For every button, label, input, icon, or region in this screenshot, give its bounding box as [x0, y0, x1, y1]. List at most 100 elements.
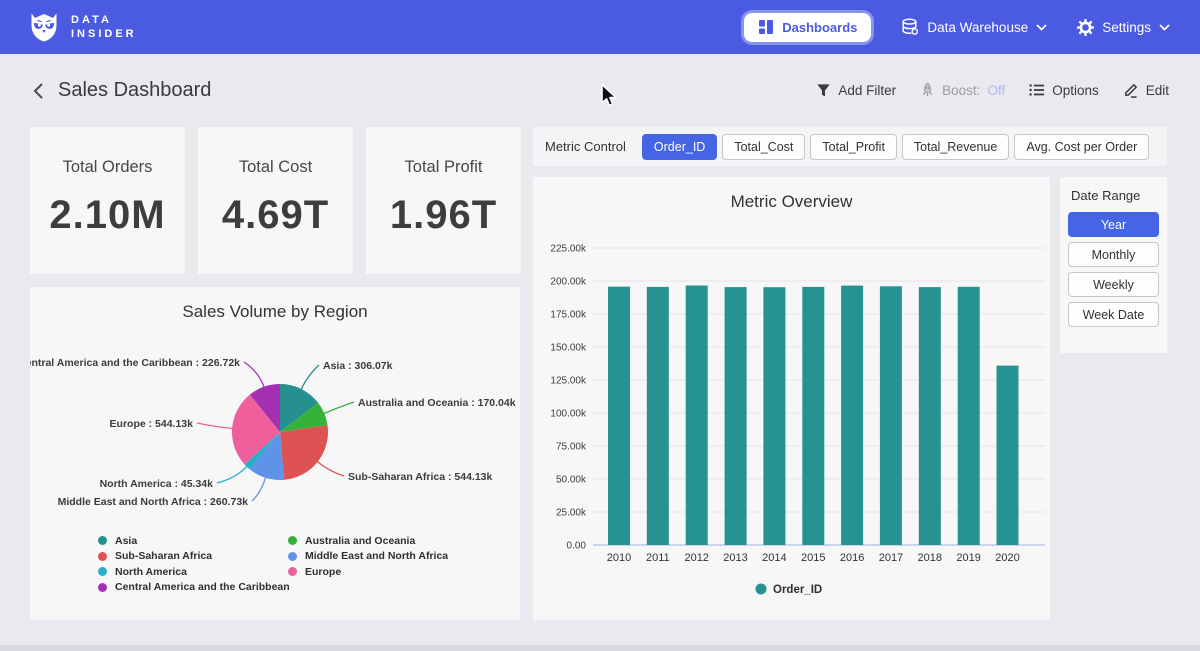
legend-label: Australia and Oceania [305, 535, 415, 547]
dashboards-button[interactable]: Dashboards [744, 13, 871, 42]
sales-dashboard-page: DATA INSIDER Dashboards [0, 0, 1200, 651]
pie-leader-line [252, 477, 266, 501]
metric-option-total-revenue[interactable]: Total_Revenue [902, 134, 1009, 160]
bar-2011[interactable] [647, 287, 669, 545]
legend-dot [756, 584, 767, 595]
bar-2016[interactable] [841, 286, 863, 545]
legend-label: Middle East and North Africa [305, 550, 448, 562]
metric-option-total-cost[interactable]: Total_Cost [722, 134, 805, 160]
top-navbar: DATA INSIDER Dashboards [0, 0, 1200, 54]
kpi-card-total-orders: Total Orders 2.10M [30, 127, 185, 274]
legend-item-sub-saharan-africa[interactable]: Sub-Saharan Africa [98, 549, 290, 565]
date-range-week-date-button[interactable]: Week Date [1068, 302, 1159, 327]
kpi-value: 2.10M [30, 193, 185, 238]
settings-label: Settings [1102, 20, 1151, 35]
pie-callout-label: Sub-Saharan Africa : 544.13k [348, 471, 492, 483]
pie-callout-label: Europe : 544.13k [110, 418, 194, 430]
metric-option-avg-cost-per-order[interactable]: Avg. Cost per Order [1014, 134, 1149, 160]
bar-chart-title: Metric Overview [533, 177, 1050, 212]
legend-item-europe[interactable]: Europe [288, 564, 448, 580]
options-label: Options [1052, 83, 1099, 98]
bar-2018[interactable] [919, 287, 941, 545]
kpi-card-total-profit: Total Profit 1.96T [366, 127, 521, 274]
pie-callout-label: Central America and the Caribbean : 226.… [30, 357, 240, 369]
chevron-down-icon [1036, 24, 1047, 31]
data-warehouse-label: Data Warehouse [927, 20, 1028, 35]
legend-label: Order_ID [773, 584, 822, 596]
bar-2019[interactable] [958, 287, 980, 545]
dashboard-actions: Add Filter Boost: Off Options [816, 82, 1169, 98]
legend-dot [98, 583, 107, 592]
settings-menu[interactable]: Settings [1077, 19, 1170, 36]
legend-item-australia-and-oceania[interactable]: Australia and Oceania [288, 533, 448, 549]
date-range-year-button[interactable]: Year [1068, 212, 1159, 237]
pie-slice-sub-saharan-africa[interactable] [280, 425, 328, 480]
pie-chart-title: Sales Volume by Region [30, 287, 520, 322]
bar-2012[interactable] [686, 286, 708, 546]
y-tick-label: 175.00k [550, 310, 587, 321]
back-button[interactable] [28, 82, 48, 102]
pie-leader-line [197, 423, 233, 428]
options-button[interactable]: Options [1029, 83, 1099, 98]
y-tick-label: 200.00k [550, 277, 587, 288]
metric-control-label: Metric Control [545, 139, 626, 154]
pie-callout-label: North America : 45.34k [100, 478, 214, 490]
x-tick-label: 2017 [879, 552, 903, 564]
legend-label: Europe [305, 566, 341, 578]
database-icon [901, 18, 919, 36]
brand-line2: INSIDER [71, 27, 137, 41]
bar-2015[interactable] [802, 287, 824, 545]
add-filter-label: Add Filter [838, 83, 896, 98]
kpi-label: Total Profit [366, 158, 521, 177]
date-range-panel: Date Range Year Monthly Weekly Week Date [1060, 177, 1167, 353]
metric-control-bar: Metric Control Order_ID Total_Cost Total… [533, 127, 1167, 166]
legend-item-central-america-and-the-caribbean[interactable]: Central America and the Caribbean [98, 580, 290, 596]
kpi-label: Total Orders [30, 158, 185, 177]
pie-callout-label: Asia : 306.07k [323, 360, 393, 372]
y-tick-label: 125.00k [550, 376, 587, 387]
legend-dot [98, 552, 107, 561]
legend-item-north-america[interactable]: North America [98, 564, 290, 580]
legend-dot [98, 567, 107, 576]
date-range-monthly-button[interactable]: Monthly [1068, 242, 1159, 267]
legend-item-middle-east-and-north-africa[interactable]: Middle East and North Africa [288, 549, 448, 565]
rocket-icon [920, 82, 935, 98]
pie-leader-line [301, 365, 319, 390]
pie-callout-label: Australia and Oceania : 170.04k [358, 397, 516, 409]
pie-leader-line [317, 461, 344, 476]
legend-label: Asia [115, 535, 137, 547]
bar-2014[interactable] [763, 287, 785, 545]
boost-toggle[interactable]: Boost: Off [920, 82, 1005, 98]
owl-logo-icon [28, 10, 60, 44]
edit-pencil-icon [1123, 82, 1139, 98]
add-filter-button[interactable]: Add Filter [816, 83, 896, 98]
back-chevron-icon [32, 82, 44, 100]
metric-option-total-profit[interactable]: Total_Profit [810, 134, 897, 160]
kpi-card-total-cost: Total Cost 4.69T [198, 127, 353, 274]
x-tick-label: 2012 [684, 552, 708, 564]
y-tick-label: 100.00k [550, 409, 587, 420]
legend-dot [288, 552, 297, 561]
navbar-menu: Dashboards Data Warehouse [744, 0, 1170, 54]
legend-label: Sub-Saharan Africa [115, 550, 212, 562]
x-tick-label: 2010 [607, 552, 631, 564]
bar-2020[interactable] [997, 366, 1019, 545]
bar-2017[interactable] [880, 286, 902, 545]
gear-icon [1077, 19, 1094, 36]
bar-2010[interactable] [608, 287, 630, 545]
legend-item-asia[interactable]: Asia [98, 533, 290, 549]
brand-logo[interactable]: DATA INSIDER [28, 10, 137, 44]
dashboard-grid-icon [758, 19, 774, 35]
metric-option-order-id[interactable]: Order_ID [642, 134, 717, 160]
bar-legend-order-id[interactable]: Order_ID [756, 584, 823, 597]
data-warehouse-menu[interactable]: Data Warehouse [901, 18, 1047, 36]
pie-callout-label: Middle East and North Africa : 260.73k [58, 496, 249, 508]
edit-button[interactable]: Edit [1123, 82, 1169, 98]
dashboards-label: Dashboards [782, 20, 857, 35]
x-tick-label: 2020 [995, 552, 1019, 564]
pie-leader-line [217, 466, 248, 483]
legend-dot [288, 567, 297, 576]
pie-leader-line [244, 362, 264, 388]
date-range-weekly-button[interactable]: Weekly [1068, 272, 1159, 297]
bar-2013[interactable] [725, 287, 747, 545]
